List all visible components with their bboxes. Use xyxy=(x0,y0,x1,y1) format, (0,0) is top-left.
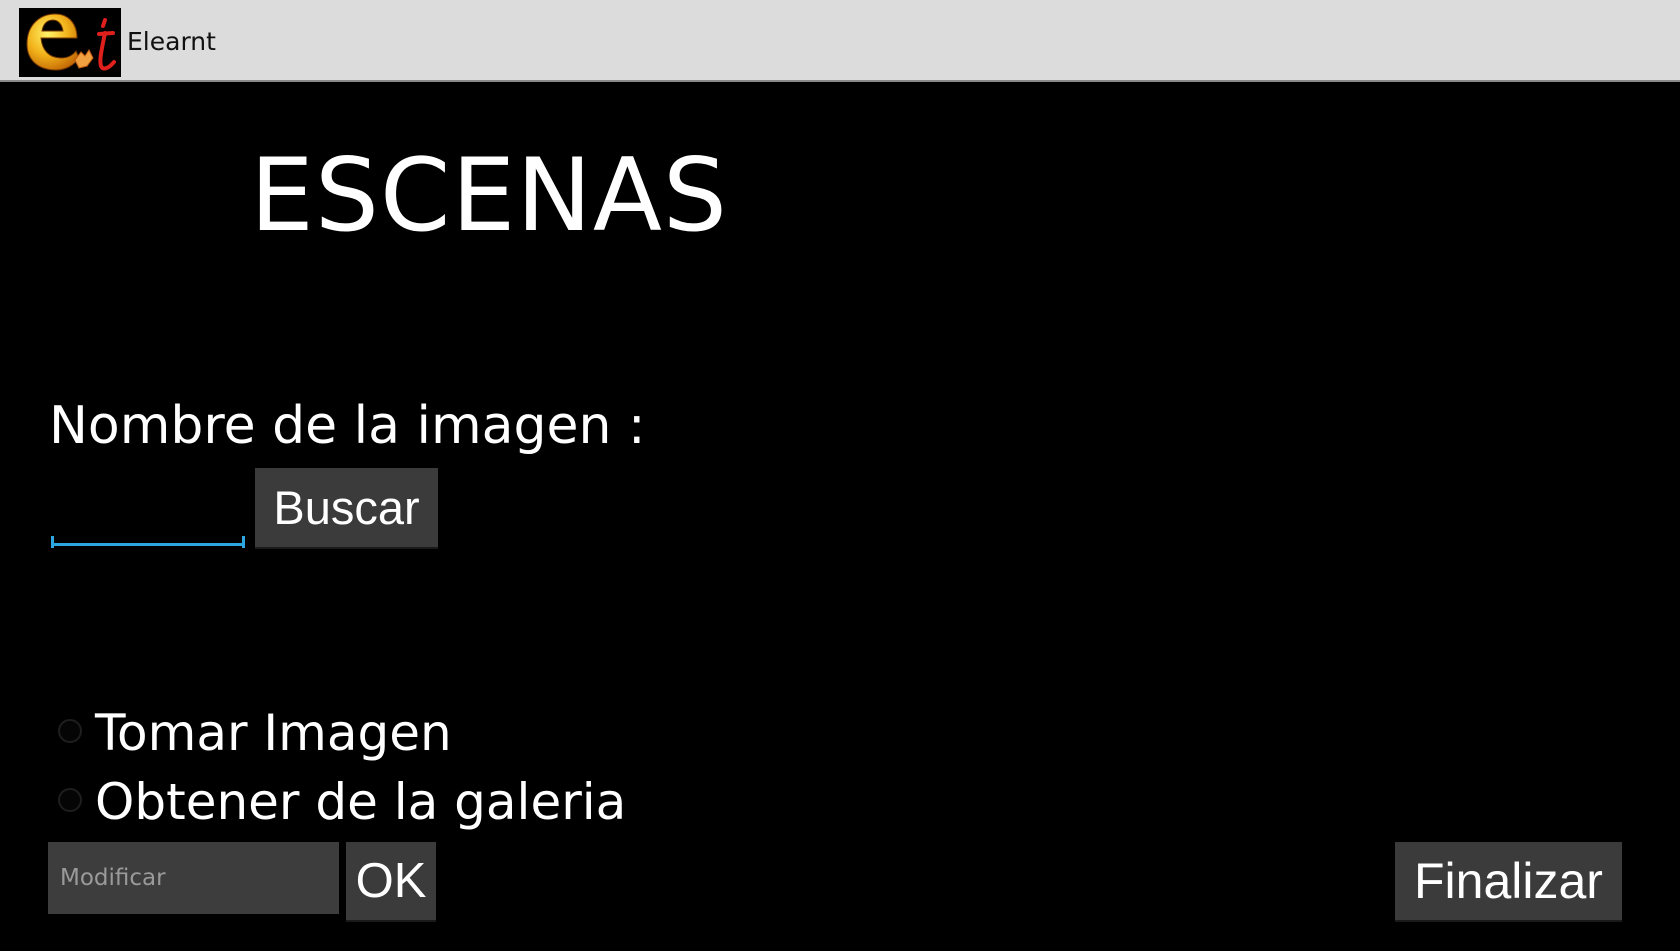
action-bar: Elearnt xyxy=(0,0,1680,82)
image-name-label: Nombre de la imagen : xyxy=(49,396,646,456)
image-name-input[interactable] xyxy=(51,470,245,546)
radio-button[interactable] xyxy=(58,788,82,812)
radio-button[interactable] xyxy=(58,719,82,743)
app-screen: Elearnt ESCENAS Nombre de la imagen : Bu… xyxy=(0,0,1680,951)
app-title: Elearnt xyxy=(127,27,216,56)
radio-label[interactable]: Tomar Imagen xyxy=(95,703,452,763)
page-title: ESCENAS xyxy=(250,136,729,254)
elearnt-logo-icon xyxy=(19,8,121,77)
image-name-input-underline xyxy=(51,536,245,548)
radio-label[interactable]: Obtener de la galeria xyxy=(95,772,626,832)
search-button[interactable]: Buscar xyxy=(255,468,438,547)
finish-button[interactable]: Finalizar xyxy=(1395,842,1622,920)
modify-input[interactable] xyxy=(48,842,339,914)
ok-button[interactable]: OK xyxy=(346,842,436,920)
